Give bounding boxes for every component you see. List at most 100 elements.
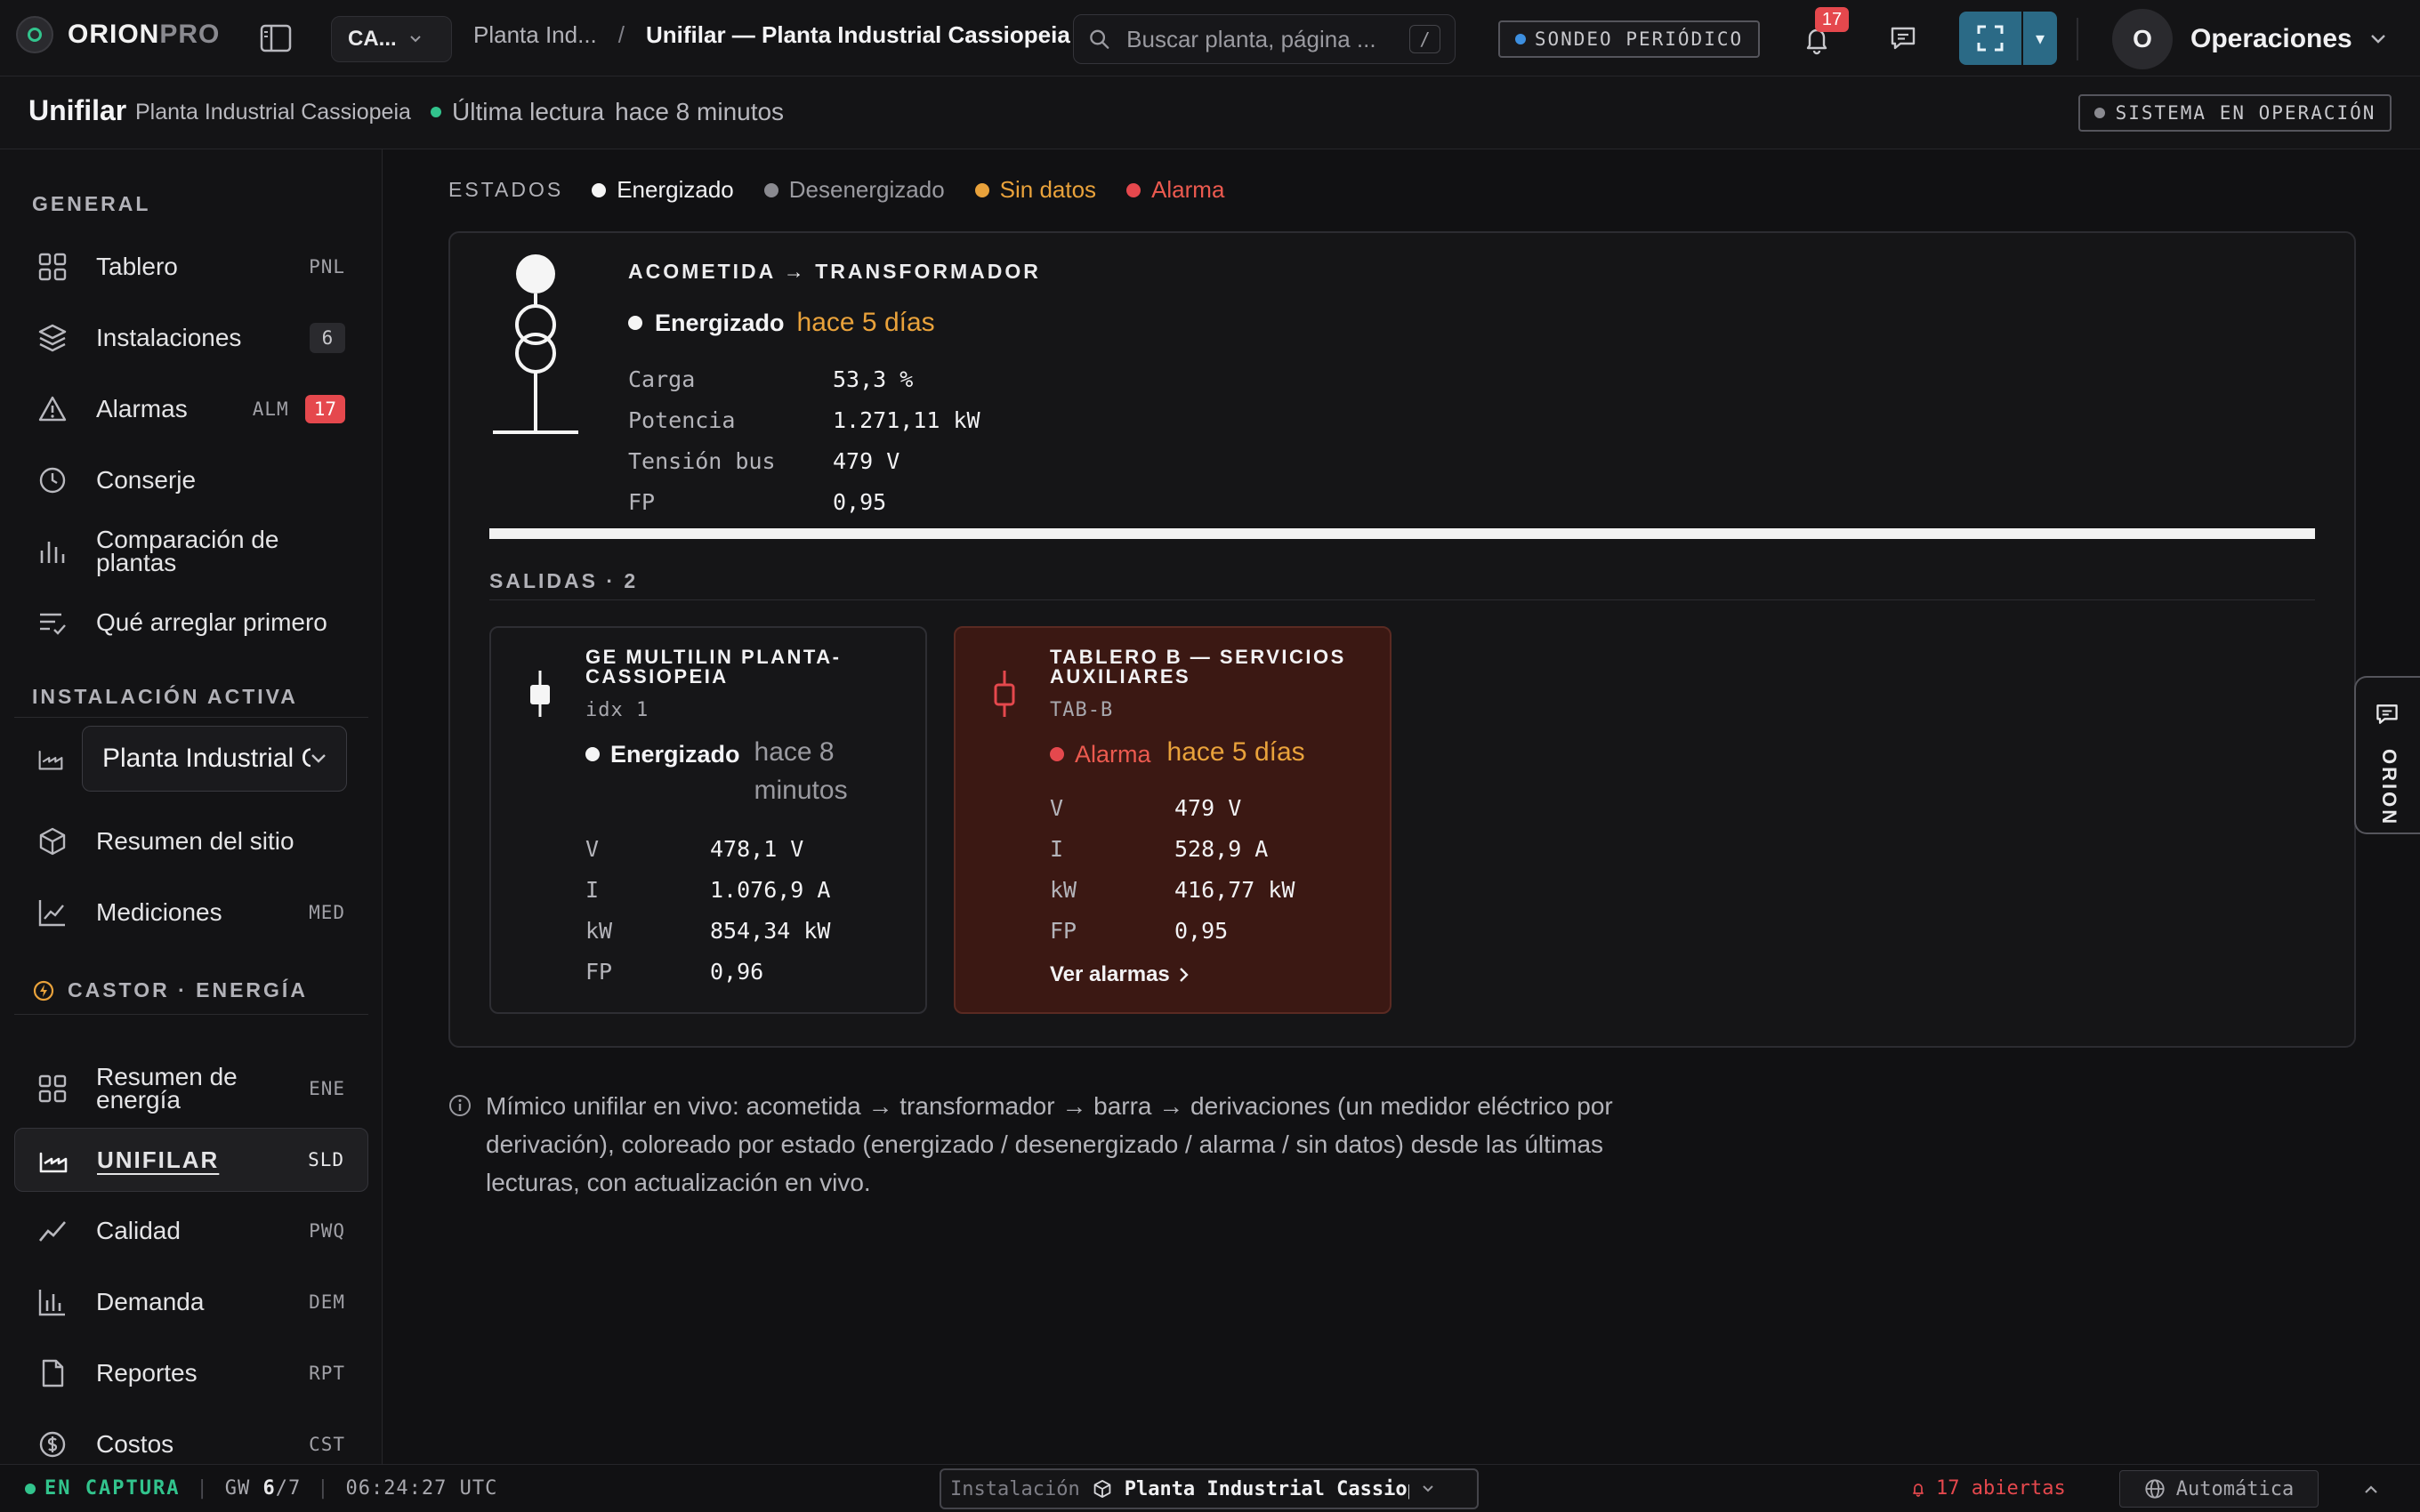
search-input[interactable] [1126,25,1394,53]
file-icon [42,1359,64,1387]
grid-icon [38,253,67,281]
sidebar-item-label: Qué arreglar primero [96,608,327,636]
metric-value: 53,3 % [833,366,914,392]
open-alarms-label: 17 abiertas [1936,1477,2066,1500]
globe-icon [2145,1479,2165,1499]
section-label-active-install: INSTALACIÓN ACTIVA [32,685,298,708]
metric-label: V [585,836,600,862]
sidebar-item-conserje[interactable]: Conserje [14,448,368,512]
coin-icon [39,1431,66,1458]
sidebar-item-resumen-energia[interactable]: Resumen de energía ENE [14,1057,368,1121]
feeder-status-ago: hace 5 días [1166,737,1305,767]
active-install-select[interactable]: Planta Industrial Cassiopeia [82,726,347,792]
metric-value: 854,34 kW [710,918,831,944]
legend-item-deenergized: Desenergizado [763,176,945,204]
chat-icon [2376,704,2398,724]
sidebar-item-instalaciones[interactable]: Instalaciones 6 [14,306,368,370]
user-menu[interactable]: O Operaciones [2112,9,2386,69]
cube-icon [1093,1480,1111,1498]
sidebar-item-label: Costos [96,1430,174,1458]
sidebar-item-code: MED [309,902,345,923]
sidebar-item-label: Tablero [96,253,178,280]
sidebar-item-resumen-sitio[interactable]: Resumen del sitio [14,809,368,873]
sidebar-item-mediciones[interactable]: Mediciones MED [14,881,368,945]
sidebar-item-comparacion[interactable]: Comparación de plantas [14,519,368,583]
fullscreen-button[interactable] [1959,12,2021,65]
sidebar-item-label: Comparación de plantas [96,526,279,576]
metric-label: I [1050,836,1064,862]
metric-value: 528,9 A [1174,836,1269,862]
sidebar-item-label: Conserje [96,466,197,494]
feeder-id: TAB-B [1050,699,1114,721]
feed-status-ago: hace 5 días [796,308,935,337]
sidebar-item-demanda[interactable]: Demanda DEM [14,1270,368,1334]
metric-value: 0,95 [833,489,887,515]
trend-icon [38,1221,66,1242]
sidebar-item-tablero[interactable]: Tablero PNL [14,235,368,299]
list-check-icon [40,613,66,635]
organization-label: CA... [348,27,397,51]
clock-icon [39,467,66,494]
info-note: Mímico unifilar en vivo: acometida → tra… [448,1087,1694,1202]
section-label-energy-text: CASTOR · ENERGÍA [68,978,308,1001]
metric-label: kW [585,918,613,944]
feed-title: ACOMETIDA → TRANSFORMADOR [628,260,1041,283]
notifications-count-badge: 17 [1815,7,1849,32]
sidebar-item-label: UNIFILAR [97,1146,220,1173]
chat-icon[interactable] [1888,23,1918,53]
sidebar-item-label: Resumen del sitio [96,827,294,855]
organization-select[interactable]: CA... [331,16,452,62]
polling-mode-badge[interactable]: SONDEO PERIÓDICO [1498,20,1760,58]
metric-value: 478,1 V [710,836,804,862]
feeder-card[interactable]: GE MULTILIN PLANTA-CASSIOPEIA idx 1 Ener… [489,626,927,1014]
orion-assistant-tab[interactable]: ORION [2354,676,2420,834]
mode-label: Automática [2175,1477,2295,1500]
chevron-up-icon[interactable] [2363,1476,2379,1502]
feeder-title: TABLERO B — SERVICIOS AUXILIARES [1050,646,1346,688]
view-alarms-link[interactable]: Ver alarmas [1050,962,1190,987]
brand[interactable]: ORIONPRO [16,16,220,53]
metric-label: FP [585,959,613,985]
mode-selector[interactable]: Automática [2119,1470,2319,1508]
polling-label: SONDEO PERIÓDICO [1534,28,1744,50]
section-label-energy: CASTOR · ENERGÍA [32,978,308,1002]
layers-icon [38,324,67,352]
polling-dot [1514,34,1526,44]
energy-icon [33,980,54,1001]
top-bar: ORIONPRO CA... Planta Ind... / Unifilar … [0,0,2420,76]
last-reading: Última lectura hace 8 minutos [431,98,784,126]
sidebar-toggle-icon[interactable] [260,23,292,53]
sidebar-item-label: Mediciones [96,898,222,926]
alarm-count-badge: 17 [304,395,345,423]
section-divider [14,717,368,718]
sidebar-item-code: RPT [309,1363,345,1384]
sidebar-item-label: Instalaciones [96,324,242,351]
bar-chart-icon [40,542,65,563]
sidebar-item-alarmas[interactable]: Alarmas ALM 17 [14,377,368,441]
search-box[interactable]: / [1073,14,1456,64]
sidebar-item-que-arreglar[interactable]: Qué arreglar primero [14,591,368,655]
sidebar-item-code: DEM [309,1291,345,1313]
chevron-right-icon [1179,968,1189,982]
sidebar-item-calidad[interactable]: Calidad PWQ [14,1199,368,1263]
sidebar-item-reportes[interactable]: Reportes RPT [14,1341,368,1405]
gateway-status: GW 6/7 [224,1477,302,1500]
feeder-status: Alarma hace 5 días [1050,736,1305,772]
metric-value: 416,77 kW [1174,877,1295,903]
breadcrumb-parent[interactable]: Planta Ind... [473,21,597,49]
bar-chart-icon [38,1290,65,1316]
install-switcher[interactable]: Instalación Planta Industrial Cassiopeia [940,1468,1479,1509]
feeder-card-alarm[interactable]: TABLERO B — SERVICIOS AUXILIARES TAB-B A… [954,626,1392,1014]
status-dot [628,316,642,330]
chevron-down-icon [409,36,421,43]
sidebar-item-label: Resumen de energía [96,1063,238,1114]
fullscreen-options-button[interactable]: ▾ [2023,12,2057,65]
sidebar-item-unifilar[interactable]: UNIFILAR SLD [14,1128,368,1192]
open-alarms-indicator[interactable]: 17 abiertas [1909,1477,2066,1500]
orion-logo-icon [16,16,53,53]
clock: 06:24:27 UTC [345,1477,498,1500]
metric-label: V [1050,795,1064,821]
metric-label: I [585,877,600,903]
install-switcher-label: Instalación [950,1477,1080,1500]
legend-item-nodata: Sin datos [974,176,1096,204]
